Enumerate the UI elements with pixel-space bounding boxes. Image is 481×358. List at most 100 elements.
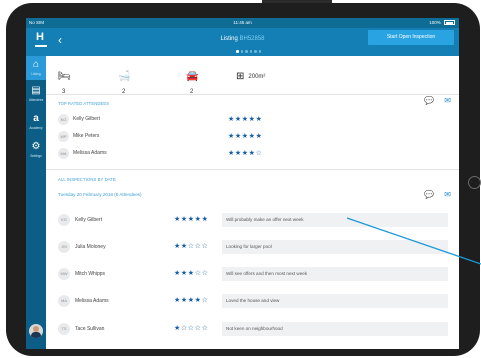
inspection-date-heading[interactable]: Tuesday 20 February 2018 (8 Attendees) <box>58 192 142 197</box>
star-filled-icon: ★ <box>255 116 263 123</box>
star-empty-icon[interactable]: ☆ <box>188 325 195 332</box>
sidebar: ⌂ Listing ▤ Attendees a Academy ⚙ Settin… <box>26 56 46 349</box>
status-bar: No SIM 11:45 am 100% <box>26 18 459 28</box>
comment-field[interactable]: Loved the house and view <box>222 294 448 308</box>
star-filled-icon[interactable]: ★ <box>188 216 195 223</box>
star-filled-icon: ★ <box>234 150 242 157</box>
initials-avatar: KG <box>58 114 69 125</box>
star-empty-icon[interactable]: ☆ <box>202 297 209 304</box>
star-empty-icon[interactable]: ☆ <box>202 243 209 250</box>
home-button[interactable] <box>468 176 481 189</box>
sidebar-item-academy[interactable]: a Academy <box>26 110 46 134</box>
floorplan-icon: ⊞ <box>236 71 245 82</box>
mail-icon[interactable]: ✉ <box>444 190 451 199</box>
attendee-name: Melissa Adams <box>75 298 109 304</box>
star-rating: ★★★★★ <box>228 131 262 142</box>
mail-icon[interactable]: ✉ <box>444 96 451 105</box>
inspections-title: ALL INSPECTIONS BY DATE <box>58 177 116 182</box>
settings-icon: ⚙ <box>31 141 41 152</box>
star-rating[interactable]: ★★★★☆ <box>174 294 208 308</box>
star-filled-icon[interactable]: ★ <box>174 270 181 277</box>
star-filled-icon: ★ <box>255 133 263 140</box>
top-rated-title: TOP RATED ATTENDEES <box>58 101 110 106</box>
star-empty-icon[interactable]: ☆ <box>195 325 202 332</box>
star-empty-icon[interactable]: ☆ <box>195 270 202 277</box>
star-filled-icon: ★ <box>248 150 256 157</box>
top-attendee-row[interactable]: MP Mike Peters ★★★★★ <box>58 131 298 143</box>
star-filled-icon: ★ <box>228 150 235 157</box>
comment-field[interactable]: Will see offers and then most next week <box>222 267 448 281</box>
initials-avatar: MW <box>58 268 70 280</box>
comment-field[interactable]: Will probably make an offer next week <box>222 213 448 227</box>
star-filled-icon[interactable]: ★ <box>202 216 209 223</box>
scene: No SIM 11:45 am 100% H ‹ Listing BH52858 <box>0 0 481 358</box>
battery-status: 100% <box>429 18 455 28</box>
star-empty-icon[interactable]: ☆ <box>181 325 188 332</box>
star-filled-icon[interactable]: ★ <box>188 270 195 277</box>
chat-icon[interactable]: 💬 <box>424 190 434 199</box>
initials-avatar: TS <box>58 323 70 335</box>
initials-avatar: MA <box>58 148 69 159</box>
chat-icon[interactable]: 💬 <box>424 96 434 105</box>
attendee-name: Mike Peters <box>73 133 100 139</box>
start-open-inspection-button[interactable]: Start Open Inspection <box>368 30 454 45</box>
sidebar-item-label: Settings <box>30 154 42 158</box>
star-filled-icon[interactable]: ★ <box>174 297 181 304</box>
sidebar-item-listing[interactable]: ⌂ Listing <box>26 56 46 80</box>
sidebar-item-attendees[interactable]: ▤ Attendees <box>26 82 46 106</box>
academy-icon: a <box>33 113 39 124</box>
star-filled-icon: ★ <box>241 150 249 157</box>
inspection-row[interactable]: MW Mitch Whipps ★★★☆☆ Will see offers an… <box>58 267 458 281</box>
page-dot[interactable] <box>236 50 239 53</box>
star-empty-icon[interactable]: ☆ <box>202 270 209 277</box>
logo-underline <box>35 45 47 47</box>
page-dot[interactable] <box>254 50 257 53</box>
home-icon: ⌂ <box>32 59 40 70</box>
star-filled-icon[interactable]: ★ <box>174 243 181 250</box>
star-filled-icon[interactable]: ★ <box>181 270 188 277</box>
star-filled-icon[interactable]: ★ <box>181 216 188 223</box>
attendee-name: Tace Sullivan <box>75 326 105 332</box>
page-dot[interactable] <box>245 50 248 53</box>
star-filled-icon[interactable]: ★ <box>181 297 188 304</box>
star-filled-icon: ★ <box>248 116 256 123</box>
sidebar-item-label: Attendees <box>28 98 44 102</box>
page-dot[interactable] <box>240 50 243 53</box>
star-empty-icon[interactable]: ☆ <box>202 325 209 332</box>
inspection-row[interactable]: KG Kelly Gilbert ★★★★★ Will probably mak… <box>58 213 458 227</box>
top-attendee-row[interactable]: MA Melissa Adams ★★★★☆ <box>58 148 298 160</box>
initials-avatar: KG <box>58 214 70 226</box>
top-attendee-row[interactable]: KG Kelly Gilbert ★★★★★ <box>58 114 298 126</box>
star-empty-icon[interactable]: ☆ <box>195 243 202 250</box>
star-rating: ★★★★☆ <box>228 148 262 159</box>
inspection-row[interactable]: JM Julia Moloney ★★☆☆☆ Looking for large… <box>58 240 458 254</box>
battery-text: 100% <box>429 20 441 25</box>
comment-field[interactable]: Looking for larger pool <box>222 240 448 254</box>
sidebar-item-settings[interactable]: ⚙ Settings <box>26 138 46 162</box>
user-avatar[interactable] <box>29 324 43 338</box>
initials-avatar: JM <box>58 241 70 253</box>
star-rating[interactable]: ★★★☆☆ <box>174 267 208 281</box>
attendee-name: Mitch Whipps <box>75 271 106 277</box>
star-filled-icon[interactable]: ★ <box>195 216 202 223</box>
inspection-row[interactable]: TS Tace Sullivan ★☆☆☆☆ Not keen on neigh… <box>58 322 458 336</box>
star-filled-icon[interactable]: ★ <box>181 243 188 250</box>
page-dot[interactable] <box>258 50 261 53</box>
star-empty-icon: ☆ <box>255 150 263 157</box>
star-rating[interactable]: ★☆☆☆☆ <box>174 322 208 336</box>
star-filled-icon[interactable]: ★ <box>188 297 195 304</box>
star-rating[interactable]: ★★★★★ <box>174 213 208 227</box>
star-filled-icon[interactable]: ★ <box>174 216 181 223</box>
star-filled-icon: ★ <box>228 116 235 123</box>
star-empty-icon[interactable]: ☆ <box>188 243 195 250</box>
star-filled-icon: ★ <box>234 133 242 140</box>
star-filled-icon[interactable]: ★ <box>174 325 181 332</box>
page-dot[interactable] <box>249 50 252 53</box>
inspection-row[interactable]: MA Melissa Adams ★★★★☆ Loved the house a… <box>58 294 458 308</box>
star-filled-icon[interactable]: ★ <box>195 297 202 304</box>
feature-area: ⊞ 200m² <box>236 70 265 85</box>
star-rating[interactable]: ★★☆☆☆ <box>174 240 208 254</box>
avatar-body <box>31 332 41 338</box>
comment-field[interactable]: Not keen on neighbourhood <box>222 322 448 336</box>
attendee-name: Melissa Adams <box>73 150 107 156</box>
